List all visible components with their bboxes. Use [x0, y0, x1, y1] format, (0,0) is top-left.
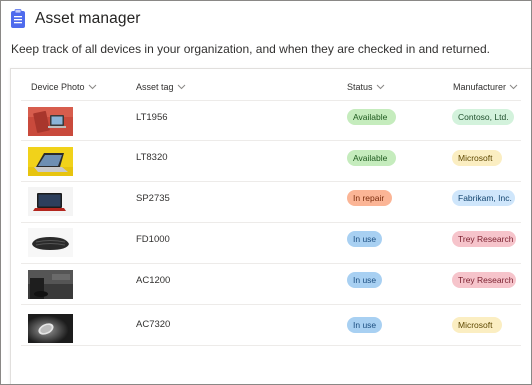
asset-manager-window: Asset manager Keep track of all devices …	[0, 0, 532, 385]
header: Asset manager	[10, 7, 141, 31]
chevron-down-icon	[88, 84, 96, 90]
status-badge: Available	[347, 150, 396, 166]
row-divider	[21, 304, 521, 305]
manufacturer-badge: Trey Research	[452, 272, 516, 288]
row-divider	[21, 100, 521, 101]
asset-tag-cell: FD1000	[136, 234, 170, 245]
row-divider	[21, 222, 521, 223]
status-badge: In use	[347, 317, 382, 333]
column-header-manufacturer[interactable]: Manufacturer	[453, 82, 518, 92]
column-header-status[interactable]: Status	[347, 82, 385, 92]
page-description: Keep track of all devices in your organi…	[11, 42, 490, 56]
chevron-down-icon	[376, 84, 384, 90]
column-header-label: Manufacturer	[453, 82, 507, 92]
status-badge: In repair	[347, 190, 392, 206]
manufacturer-badge: Contoso, Ltd.	[452, 109, 514, 125]
red-laptop-photo	[28, 107, 73, 136]
chevron-down-icon	[509, 84, 518, 90]
row-divider	[21, 181, 521, 182]
clipboard-list-icon	[11, 9, 25, 28]
manufacturer-badge: Microsoft	[452, 317, 502, 333]
asset-tag-cell: AC7320	[136, 319, 171, 330]
row-divider	[21, 345, 521, 346]
dark-device-photo	[28, 270, 73, 299]
page-title: Asset manager	[35, 10, 141, 27]
manufacturer-badge: Trey Research	[452, 231, 516, 247]
asset-tag-cell: AC1200	[136, 275, 171, 286]
row-divider	[21, 263, 521, 264]
column-header-device-photo[interactable]: Device Photo	[31, 82, 97, 92]
column-header-label: Status	[347, 82, 373, 92]
status-badge: Available	[347, 109, 396, 125]
column-header-label: Asset tag	[136, 82, 174, 92]
asset-tag-cell: LT8320	[136, 152, 168, 163]
manufacturer-badge: Microsoft	[452, 150, 502, 166]
manufacturer-badge: Fabrikam, Inc.	[452, 190, 515, 206]
status-badge: In use	[347, 231, 382, 247]
chevron-down-icon	[177, 84, 185, 90]
yellow-laptop-photo	[28, 147, 73, 176]
red-tablet-photo	[28, 187, 73, 216]
column-header-asset-tag[interactable]: Asset tag	[136, 82, 186, 92]
asset-tag-cell: LT1956	[136, 112, 168, 123]
column-header-label: Device Photo	[31, 82, 85, 92]
row-divider	[21, 140, 521, 141]
mouse-photo	[28, 314, 73, 343]
asset-tag-cell: SP2735	[136, 193, 170, 204]
keyboard-photo	[28, 228, 73, 257]
status-badge: In use	[347, 272, 382, 288]
